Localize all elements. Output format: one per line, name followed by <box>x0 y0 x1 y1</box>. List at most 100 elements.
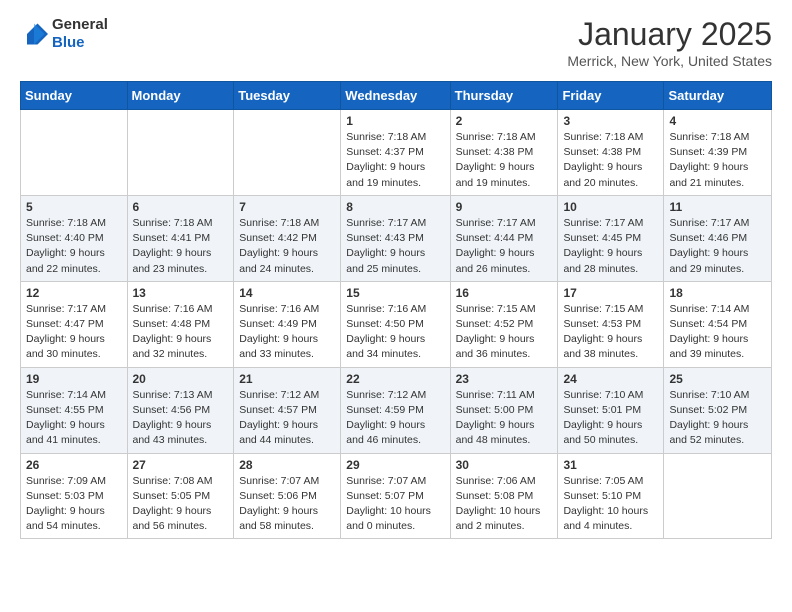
weekday-header-monday: Monday <box>127 82 234 110</box>
day-info: Sunrise: 7:15 AMSunset: 4:52 PMDaylight:… <box>456 302 553 363</box>
day-number: 16 <box>456 286 553 300</box>
calendar-week-row: 5 Sunrise: 7:18 AMSunset: 4:40 PMDaylight… <box>21 195 772 281</box>
weekday-header-saturday: Saturday <box>664 82 772 110</box>
day-number: 8 <box>346 200 444 214</box>
calendar-cell: 14Sunrise: 7:16 AMSunset: 4:49 PMDayligh… <box>234 281 341 367</box>
day-info: Sunrise: 7:13 AMSunset: 4:56 PMDaylight:… <box>133 388 229 449</box>
day-number: 24 <box>563 372 658 386</box>
calendar-cell <box>21 110 128 196</box>
calendar-cell: 24 Sunrise: 7:10 AMSunset: 5:01 PMDayligh… <box>558 367 664 453</box>
calendar-cell: 12Sunrise: 7:17 AMSunset: 4:47 PMDayligh… <box>21 281 128 367</box>
day-number: 5 <box>26 200 122 214</box>
calendar-cell: 15 Sunrise: 7:16 AMSunset: 4:50 PMDayligh… <box>341 281 450 367</box>
day-number: 27 <box>133 458 229 472</box>
logo: General Blue <box>20 16 108 52</box>
calendar-cell: 7Sunrise: 7:18 AMSunset: 4:42 PMDaylight… <box>234 195 341 281</box>
day-info: Sunrise: 7:06 AMSunset: 5:08 PMDaylight:… <box>456 474 553 535</box>
weekday-header-wednesday: Wednesday <box>341 82 450 110</box>
page-container: General Blue January 2025 Merrick, New Y… <box>0 0 792 549</box>
weekday-header-row: SundayMondayTuesdayWednesdayThursdayFrid… <box>21 82 772 110</box>
day-number: 20 <box>133 372 229 386</box>
day-number: 7 <box>239 200 335 214</box>
calendar-cell: 13 Sunrise: 7:16 AMSunset: 4:48 PMDayligh… <box>127 281 234 367</box>
day-info: Sunrise: 7:12 AMSunset: 4:59 PMDaylight:… <box>346 388 444 449</box>
day-number: 28 <box>239 458 335 472</box>
day-info: Sunrise: 7:07 AMSunset: 5:06 PMDaylight:… <box>239 474 335 535</box>
day-info: Sunrise: 7:16 AMSunset: 4:48 PMDaylight:… <box>133 302 229 363</box>
calendar-cell: 22 Sunrise: 7:12 AMSunset: 4:59 PMDayligh… <box>341 367 450 453</box>
day-info: Sunrise: 7:05 AMSunset: 5:10 PMDaylight:… <box>563 474 658 535</box>
day-number: 14 <box>239 286 335 300</box>
day-number: 26 <box>26 458 122 472</box>
day-number: 1 <box>346 114 444 128</box>
calendar-cell: 9 Sunrise: 7:17 AMSunset: 4:44 PMDaylight… <box>450 195 558 281</box>
title-block: January 2025 Merrick, New York, United S… <box>567 16 772 69</box>
day-info: Sunrise: 7:12 AMSunset: 4:57 PMDaylight:… <box>239 388 335 449</box>
day-number: 22 <box>346 372 444 386</box>
calendar-cell: 18Sunrise: 7:14 AMSunset: 4:54 PMDayligh… <box>664 281 772 367</box>
calendar-cell: 16 Sunrise: 7:15 AMSunset: 4:52 PMDayligh… <box>450 281 558 367</box>
day-number: 15 <box>346 286 444 300</box>
day-info: Sunrise: 7:16 AMSunset: 4:50 PMDaylight:… <box>346 302 444 363</box>
logo-blue-text: Blue <box>52 34 108 52</box>
calendar-week-row: 1 Sunrise: 7:18 AMSunset: 4:37 PMDaylight… <box>21 110 772 196</box>
day-info: Sunrise: 7:18 AMSunset: 4:40 PMDaylight:… <box>26 216 122 277</box>
day-info: Sunrise: 7:08 AMSunset: 5:05 PMDaylight:… <box>133 474 229 535</box>
calendar-cell: 17 Sunrise: 7:15 AMSunset: 4:53 PMDayligh… <box>558 281 664 367</box>
day-info: Sunrise: 7:17 AMSunset: 4:43 PMDaylight:… <box>346 216 444 277</box>
header: General Blue January 2025 Merrick, New Y… <box>20 16 772 69</box>
day-number: 11 <box>669 200 766 214</box>
day-number: 29 <box>346 458 444 472</box>
calendar-cell <box>127 110 234 196</box>
day-number: 2 <box>456 114 553 128</box>
day-info: Sunrise: 7:17 AMSunset: 4:47 PMDaylight:… <box>26 302 122 363</box>
day-info: Sunrise: 7:18 AMSunset: 4:38 PMDaylight:… <box>456 130 553 191</box>
calendar-week-row: 19Sunrise: 7:14 AMSunset: 4:55 PMDayligh… <box>21 367 772 453</box>
day-info: Sunrise: 7:14 AMSunset: 4:54 PMDaylight:… <box>669 302 766 363</box>
day-info: Sunrise: 7:17 AMSunset: 4:46 PMDaylight:… <box>669 216 766 277</box>
calendar-cell: 1 Sunrise: 7:18 AMSunset: 4:37 PMDaylight… <box>341 110 450 196</box>
day-info: Sunrise: 7:18 AMSunset: 4:38 PMDaylight:… <box>563 130 658 191</box>
calendar-cell: 25Sunrise: 7:10 AMSunset: 5:02 PMDayligh… <box>664 367 772 453</box>
calendar-cell: 11 Sunrise: 7:17 AMSunset: 4:46 PMDayligh… <box>664 195 772 281</box>
calendar-cell: 8 Sunrise: 7:17 AMSunset: 4:43 PMDaylight… <box>341 195 450 281</box>
day-number: 9 <box>456 200 553 214</box>
calendar-cell: 2 Sunrise: 7:18 AMSunset: 4:38 PMDaylight… <box>450 110 558 196</box>
weekday-header-tuesday: Tuesday <box>234 82 341 110</box>
logo-icon <box>20 20 48 48</box>
calendar-cell: 23Sunrise: 7:11 AMSunset: 5:00 PMDayligh… <box>450 367 558 453</box>
location: Merrick, New York, United States <box>567 53 772 69</box>
day-number: 13 <box>133 286 229 300</box>
logo-general-text: General <box>52 16 108 34</box>
calendar-cell: 31 Sunrise: 7:05 AMSunset: 5:10 PMDayligh… <box>558 453 664 539</box>
day-number: 17 <box>563 286 658 300</box>
day-info: Sunrise: 7:10 AMSunset: 5:02 PMDaylight:… <box>669 388 766 449</box>
day-info: Sunrise: 7:17 AMSunset: 4:44 PMDaylight:… <box>456 216 553 277</box>
day-number: 10 <box>563 200 658 214</box>
month-title: January 2025 <box>567 16 772 53</box>
day-info: Sunrise: 7:18 AMSunset: 4:41 PMDaylight:… <box>133 216 229 277</box>
day-number: 30 <box>456 458 553 472</box>
day-info: Sunrise: 7:09 AMSunset: 5:03 PMDaylight:… <box>26 474 122 535</box>
calendar-cell: 21 Sunrise: 7:12 AMSunset: 4:57 PMDayligh… <box>234 367 341 453</box>
day-number: 4 <box>669 114 766 128</box>
day-info: Sunrise: 7:10 AMSunset: 5:01 PMDaylight:… <box>563 388 658 449</box>
day-number: 6 <box>133 200 229 214</box>
calendar-cell <box>234 110 341 196</box>
calendar-cell: 26 Sunrise: 7:09 AMSunset: 5:03 PMDayligh… <box>21 453 128 539</box>
weekday-header-thursday: Thursday <box>450 82 558 110</box>
calendar-table: SundayMondayTuesdayWednesdayThursdayFrid… <box>20 81 772 539</box>
day-info: Sunrise: 7:18 AMSunset: 4:39 PMDaylight:… <box>669 130 766 191</box>
weekday-header-friday: Friday <box>558 82 664 110</box>
day-info: Sunrise: 7:17 AMSunset: 4:45 PMDaylight:… <box>563 216 658 277</box>
day-number: 31 <box>563 458 658 472</box>
day-number: 21 <box>239 372 335 386</box>
day-info: Sunrise: 7:11 AMSunset: 5:00 PMDaylight:… <box>456 388 553 449</box>
day-info: Sunrise: 7:07 AMSunset: 5:07 PMDaylight:… <box>346 474 444 535</box>
calendar-cell: 29 Sunrise: 7:07 AMSunset: 5:07 PMDayligh… <box>341 453 450 539</box>
weekday-header-sunday: Sunday <box>21 82 128 110</box>
day-info: Sunrise: 7:15 AMSunset: 4:53 PMDaylight:… <box>563 302 658 363</box>
calendar-cell: 30 Sunrise: 7:06 AMSunset: 5:08 PMDayligh… <box>450 453 558 539</box>
day-info: Sunrise: 7:18 AMSunset: 4:37 PMDaylight:… <box>346 130 444 191</box>
calendar-cell: 27 Sunrise: 7:08 AMSunset: 5:05 PMDayligh… <box>127 453 234 539</box>
